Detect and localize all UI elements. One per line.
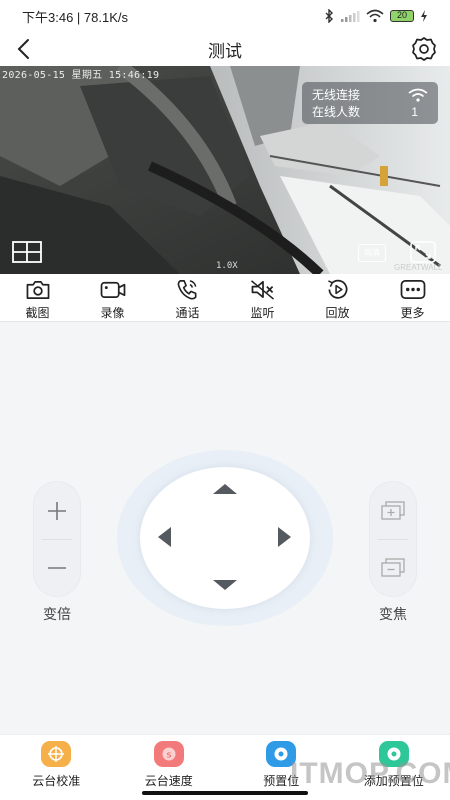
bluetooth-icon [325,9,333,23]
online-users-count: 1 [411,104,418,119]
toolbar-label: 监听 [250,306,275,320]
status-time: 下午3:46 | 78.1K/s [22,9,128,25]
zoom-control [34,482,80,596]
focus-minus-icon [381,557,405,577]
bottom-label: 云台校准 [32,774,81,788]
toolbar-label: 截图 [25,306,50,320]
home-indicator[interactable] [142,791,308,795]
signal-icon [341,11,360,22]
toolbar-label: 通话 [175,306,200,320]
svg-text:s: s [166,751,171,761]
zoom-label: 变倍 [43,606,71,622]
phone-icon [177,280,196,300]
osd-timestamp: 2026-05-15 星期五 15:46:19 [2,70,160,81]
online-users-label: 在线人数 [312,105,361,119]
wifi-icon [408,88,428,102]
speed-icon: s [153,741,184,767]
video-record-icon [100,281,125,299]
page-title: 测试 [208,41,242,61]
toolbar-screenshot-button[interactable]: 截图 [0,274,75,321]
back-icon[interactable] [12,36,38,62]
playback-icon [327,279,347,299]
zoom-level-text: 1.0X [216,261,238,271]
camera-icon [26,280,49,299]
toolbar-listen-button[interactable]: 监听 [225,274,300,321]
plus-icon [48,501,66,520]
toolbar-more-button[interactable]: 更多 [375,274,450,321]
video-toolbar: 截图 录像 通话 监听 回放 更多 [0,274,450,322]
nav-header: 测试 [0,32,450,66]
quality-toggle-button[interactable]: 高清 [358,244,386,262]
toolbar-call-button[interactable]: 通话 [150,274,225,321]
network-info-panel: 无线连接 在线人数 1 [302,82,438,124]
focus-in-button[interactable] [370,482,416,539]
wifi-icon [366,9,384,23]
minus-icon [48,566,66,569]
ptz-left-arrow-icon[interactable] [158,527,171,547]
ptz-right-arrow-icon[interactable] [278,527,291,547]
brand-watermark: GREATWALL [394,263,443,272]
focus-out-button[interactable] [370,539,416,596]
site-watermark: ITMOP.COM [290,757,450,790]
ptz-up-arrow-icon[interactable] [213,484,237,494]
focus-plus-icon [381,500,405,520]
toolbar-playback-button[interactable]: 回放 [300,274,375,321]
toolbar-record-button[interactable]: 录像 [75,274,150,321]
toolbar-label: 回放 [325,306,350,320]
more-icon [400,280,425,299]
ptz-control-area: 变倍 变焦 [0,322,450,734]
ptz-calibrate-button[interactable]: 云台校准 [0,735,113,800]
fullscreen-icon[interactable] [410,241,436,263]
zoom-out-button[interactable] [34,539,80,596]
split-screen-grid-icon[interactable] [12,241,42,263]
speaker-muted-icon [250,280,274,300]
toolbar-label: 录像 [100,306,125,320]
zoom-in-button[interactable] [34,482,80,539]
status-bar: 下午3:46 | 78.1K/s 20 [0,0,450,32]
focus-label: 变焦 [379,606,407,622]
live-video-feed[interactable]: 2026-05-15 星期五 15:46:19 无线连接 在线人数 1 高清 1… [0,66,450,274]
connection-type-label: 无线连接 [312,88,361,102]
toolbar-label: 更多 [400,306,425,320]
ptz-down-arrow-icon[interactable] [213,580,237,590]
battery-icon: 20 [390,10,414,22]
status-icons: 20 [324,9,428,23]
settings-gear-icon[interactable] [410,35,438,63]
charging-icon [421,10,427,22]
focus-control [370,482,416,596]
bottom-label: 云台速度 [144,774,193,788]
calibrate-icon [41,741,72,767]
